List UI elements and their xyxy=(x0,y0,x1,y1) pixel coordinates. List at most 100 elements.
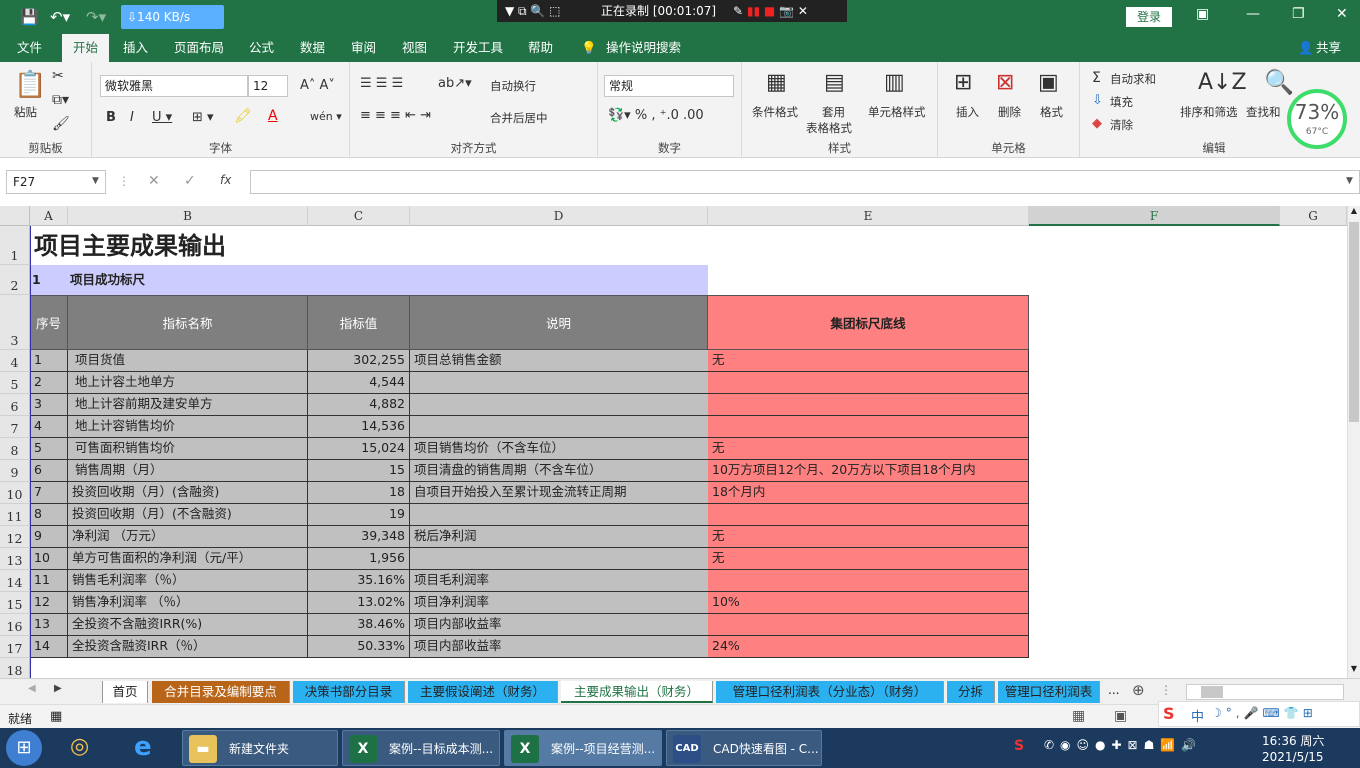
enter-icon[interactable]: ✓ xyxy=(184,173,196,189)
row-header[interactable]: 3 xyxy=(0,295,30,350)
rec-tools-icon[interactable]: ✎ ▮▮ ■ 📷 ✕ xyxy=(733,0,808,22)
menu-file[interactable]: 文件 xyxy=(17,34,42,62)
column-header[interactable]: F xyxy=(1029,206,1280,226)
table-cell[interactable]: 13.02% xyxy=(308,592,410,614)
page-layout-view-icon[interactable]: ▣ xyxy=(1114,708,1127,724)
table-header[interactable]: 集团标尺底线 xyxy=(708,295,1029,350)
sort-filter-button[interactable]: 排序和筛选 xyxy=(1180,104,1238,120)
menu-insert[interactable]: 插入 xyxy=(123,34,148,62)
table-cell[interactable]: 7 xyxy=(30,482,68,504)
find-select-button[interactable]: 查找和 xyxy=(1246,104,1281,120)
fill-button[interactable]: 填充 xyxy=(1110,94,1133,110)
start-button[interactable]: ⊞ xyxy=(6,730,42,766)
table-cell[interactable]: 单方可售面积的净利润（元/平） xyxy=(68,548,308,570)
table-cell[interactable]: 4 xyxy=(30,416,68,438)
font-color-icon[interactable]: A xyxy=(268,108,278,124)
conditional-format-icon[interactable]: ▦ xyxy=(766,70,787,95)
row-header[interactable]: 2 xyxy=(0,265,30,295)
table-cell[interactable]: 8 xyxy=(30,504,68,526)
sheet-tab[interactable]: 管理口径利润表 xyxy=(998,681,1100,703)
table-cell[interactable]: 可售面积销售均价 xyxy=(68,438,308,460)
table-cell[interactable] xyxy=(410,372,708,394)
ime-mode[interactable]: 中 xyxy=(1191,706,1204,725)
cell-styles-button[interactable]: 单元格样式 xyxy=(868,104,926,120)
table-cell[interactable]: 项目内部收益率 xyxy=(410,614,708,636)
insert-cells-button[interactable]: 插入 xyxy=(956,104,979,120)
table-cell[interactable] xyxy=(708,394,1029,416)
table-cell[interactable]: 10万方项目12个月、20万方以下项目18个月内 xyxy=(708,460,1029,482)
macro-record-icon[interactable]: ▦ xyxy=(50,709,62,724)
menu-view[interactable]: 视图 xyxy=(402,34,427,62)
bold-button[interactable]: B xyxy=(106,110,116,125)
row-header[interactable]: 14 xyxy=(0,570,30,592)
row-header[interactable]: 15 xyxy=(0,592,30,614)
merge-center-button[interactable]: 合并后居中 xyxy=(490,110,548,126)
table-cell[interactable]: 项目净利润率 xyxy=(410,592,708,614)
sheet-tab[interactable]: 首页 xyxy=(102,681,148,703)
table-cell[interactable]: 净利润 （万元） xyxy=(68,526,308,548)
sogou-icon[interactable]: S xyxy=(1014,738,1024,754)
format-cells-button[interactable]: 格式 xyxy=(1040,104,1063,120)
performance-widget[interactable]: 73% 67°C xyxy=(1287,89,1347,149)
menu-review[interactable]: 审阅 xyxy=(351,34,376,62)
menu-data[interactable]: 数据 xyxy=(300,34,325,62)
format-table-icon[interactable]: ▤ xyxy=(824,70,845,95)
table-cell[interactable]: 2 xyxy=(30,372,68,394)
table-cell[interactable] xyxy=(708,416,1029,438)
more-tabs-icon[interactable]: ... xyxy=(1108,683,1119,697)
table-cell[interactable]: 项目货值 xyxy=(68,350,308,372)
table-cell[interactable]: 50.33% xyxy=(308,636,410,658)
menu-help[interactable]: 帮助 xyxy=(528,34,553,62)
format-table-label2[interactable]: 表格格式 xyxy=(806,120,852,136)
row-header[interactable]: 7 xyxy=(0,416,30,438)
tray-icons[interactable]: ✆◉☺●✚⊠☗📶🔊 xyxy=(1044,738,1202,752)
table-cell[interactable]: 销售周期（月） xyxy=(68,460,308,482)
paste-button[interactable]: 粘贴 xyxy=(14,104,37,120)
table-cell[interactable]: 5 xyxy=(30,438,68,460)
menu-home[interactable]: 开始 xyxy=(62,34,110,62)
conditional-format-button[interactable]: 条件格式 xyxy=(752,104,798,120)
table-cell[interactable]: 14 xyxy=(30,636,68,658)
table-cell[interactable]: 项目销售均价（不含车位） xyxy=(410,438,708,460)
add-sheet-icon[interactable]: ⊕ xyxy=(1132,681,1145,699)
share-button[interactable]: 共享 xyxy=(1316,34,1341,62)
row-header[interactable]: 13 xyxy=(0,548,30,570)
table-cell[interactable]: 无 xyxy=(708,350,1029,372)
row-header[interactable]: 5 xyxy=(0,372,30,394)
row-header[interactable]: 1 xyxy=(0,226,30,265)
redo-icon[interactable]: ↷▾ xyxy=(86,7,106,27)
insert-function-icon[interactable]: fx xyxy=(220,173,231,187)
hscroll-thumb[interactable] xyxy=(1201,686,1223,698)
table-cell[interactable]: 无 xyxy=(708,438,1029,460)
table-cell[interactable]: 销售毛利润率（％） xyxy=(68,570,308,592)
table-cell[interactable]: 39,348 xyxy=(308,526,410,548)
table-cell[interactable]: 14,536 xyxy=(308,416,410,438)
table-cell[interactable]: 13 xyxy=(30,614,68,636)
table-cell[interactable]: 无 xyxy=(708,548,1029,570)
table-cell[interactable]: 9 xyxy=(30,526,68,548)
sheet-tab[interactable]: 管理口径利润表（分业态）（财务） xyxy=(716,681,944,703)
table-cell[interactable]: 19 xyxy=(308,504,410,526)
sheet-title[interactable]: 项目主要成果输出 xyxy=(34,228,634,264)
normal-view-icon[interactable]: ▦ xyxy=(1072,708,1085,724)
row-header[interactable]: 10 xyxy=(0,482,30,504)
table-cell[interactable]: 11 xyxy=(30,570,68,592)
table-cell[interactable]: 18个月内 xyxy=(708,482,1029,504)
align-top-icon[interactable]: ☰ ☰ ☰ xyxy=(360,76,403,91)
column-header[interactable]: C xyxy=(308,206,410,226)
table-cell[interactable]: 1,956 xyxy=(308,548,410,570)
table-cell[interactable]: 6 xyxy=(30,460,68,482)
table-cell[interactable] xyxy=(410,548,708,570)
underline-button[interactable]: U ▾ xyxy=(152,110,172,125)
table-cell[interactable]: 项目内部收益率 xyxy=(410,636,708,658)
table-cell[interactable]: 全投资含融资IRR（％） xyxy=(68,636,308,658)
table-cell[interactable]: 4,544 xyxy=(308,372,410,394)
table-cell[interactable]: 15,024 xyxy=(308,438,410,460)
sheet-tab[interactable]: 主要假设阐述（财务） xyxy=(408,681,558,703)
table-cell[interactable]: 35.16% xyxy=(308,570,410,592)
table-cell[interactable]: 302,255 xyxy=(308,350,410,372)
find-icon[interactable]: 🔍 xyxy=(1264,68,1294,96)
worksheet-grid[interactable]: A B C D E F G 1 2 3 4 5 6 7 8 9 10 11 12 13 14 15 16 17 1… xyxy=(0,206,1360,678)
row-header[interactable]: 11 xyxy=(0,504,30,526)
italic-button[interactable]: I xyxy=(130,110,134,125)
